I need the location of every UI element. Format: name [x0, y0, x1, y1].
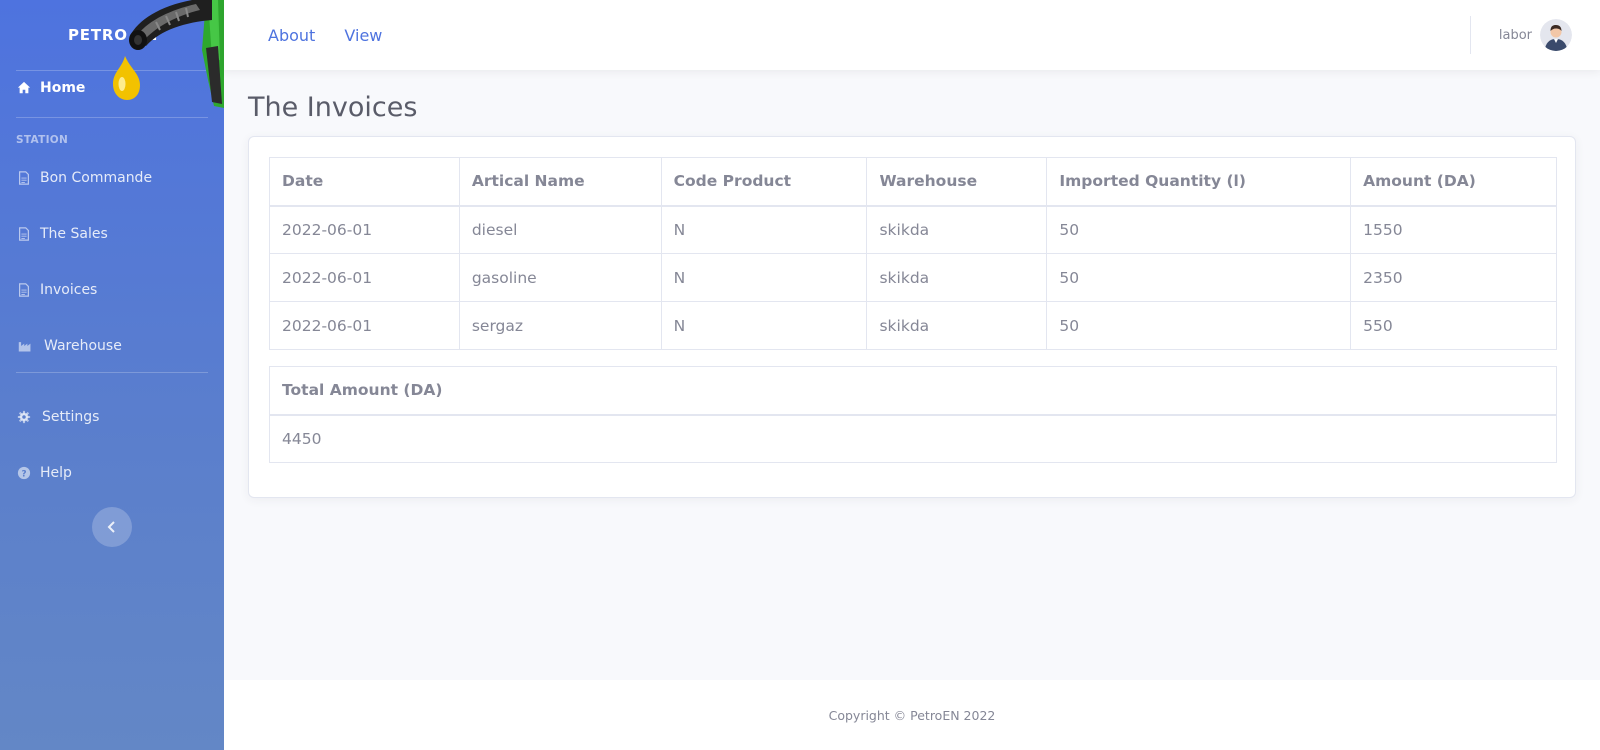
avatar: [1540, 19, 1572, 51]
sidebar-divider: [16, 372, 208, 373]
cell-amount: 1550: [1350, 205, 1557, 254]
sidebar-brand[interactable]: PETRO EN: [0, 0, 224, 108]
cell-artical-name: diesel: [458, 205, 662, 254]
cell-total-amount: 4450: [269, 414, 1557, 463]
sidebar-item-label: Home: [40, 80, 86, 96]
column-header-total-amount: Total Amount (DA): [269, 366, 1557, 416]
column-header-imported-quantity: Imported Quantity (l): [1046, 157, 1352, 207]
sidebar-heading: STATION: [16, 134, 69, 146]
cell-date: 2022-06-01: [269, 301, 460, 350]
sidebar-item-bon-commande[interactable]: Bon Commande: [0, 150, 224, 206]
column-header-artical-name: Artical Name: [458, 157, 662, 207]
sidebar-item-label: Help: [40, 465, 72, 481]
cell-artical-name: gasoline: [458, 253, 662, 302]
home-icon: [16, 80, 32, 96]
cell-imported-quantity: 50: [1046, 301, 1352, 350]
sidebar-item-warehouse[interactable]: Warehouse: [0, 318, 224, 374]
total-amount-table: Total Amount (DA) 4450: [269, 366, 1557, 463]
page-title: The Invoices: [248, 92, 418, 123]
cell-warehouse: skikda: [866, 253, 1048, 302]
footer: Copyright © PetroEN 2022: [224, 680, 1600, 750]
sidebar-item-invoices[interactable]: Invoices: [0, 262, 224, 318]
cell-date: 2022-06-01: [269, 205, 460, 254]
cell-warehouse: skikda: [866, 301, 1048, 350]
cell-code-product: N: [660, 253, 868, 302]
column-header-warehouse: Warehouse: [866, 157, 1048, 207]
fuel-nozzle-logo: [113, 0, 224, 108]
sidebar-item-the-sales[interactable]: The Sales: [0, 206, 224, 262]
invoices-card: Date Artical Name Code Product Warehouse…: [248, 136, 1576, 498]
table-row: 2022-06-01 sergaz N skikda 50 550: [269, 301, 1557, 350]
file-icon: [16, 170, 32, 186]
help-icon: ?: [16, 465, 32, 481]
cell-code-product: N: [660, 205, 868, 254]
sidebar-item-label: The Sales: [40, 226, 108, 242]
file-icon: [16, 226, 32, 242]
file-icon: [16, 282, 32, 298]
industry-icon: [16, 338, 34, 354]
column-header-code-product: Code Product: [660, 157, 868, 207]
topbar: About View labor: [224, 0, 1600, 70]
sidebar-toggle-button[interactable]: [92, 507, 132, 547]
cell-amount: 2350: [1350, 253, 1557, 302]
column-header-amount: Amount (DA): [1350, 157, 1557, 207]
top-nav: About View: [224, 26, 382, 45]
svg-text:?: ?: [21, 470, 26, 480]
sidebar: PETRO EN Home STATION Bon Commande The S…: [0, 0, 224, 750]
sidebar-item-label: Warehouse: [44, 338, 122, 354]
topbar-divider: [1469, 16, 1471, 54]
table-row: 2022-06-01 diesel N skikda 50 1550: [269, 205, 1557, 254]
cell-date: 2022-06-01: [269, 253, 460, 302]
nav-link-about[interactable]: About: [268, 26, 315, 45]
table-header-row: Total Amount (DA): [269, 366, 1557, 416]
cell-warehouse: skikda: [866, 205, 1048, 254]
sidebar-item-label: Settings: [42, 409, 100, 425]
copyright-text: Copyright © PetroEN 2022: [828, 707, 996, 723]
table-row: 2022-06-01 gasoline N skikda 50 2350: [269, 253, 1557, 302]
table-row: 4450: [269, 414, 1557, 463]
sidebar-item-label: Invoices: [40, 282, 98, 298]
chevron-left-icon: [107, 521, 117, 533]
gear-icon: [16, 409, 32, 425]
cell-imported-quantity: 50: [1046, 253, 1352, 302]
sidebar-item-settings[interactable]: Settings: [0, 389, 224, 445]
username: labor: [1498, 27, 1532, 43]
nav-link-view[interactable]: View: [344, 26, 382, 45]
column-header-date: Date: [269, 157, 460, 207]
cell-artical-name: sergaz: [458, 301, 662, 350]
user-menu[interactable]: labor: [1469, 0, 1600, 70]
table-header-row: Date Artical Name Code Product Warehouse…: [269, 157, 1557, 207]
cell-imported-quantity: 50: [1046, 205, 1352, 254]
cell-amount: 550: [1350, 301, 1557, 350]
sidebar-item-help[interactable]: ? Help: [0, 445, 224, 501]
invoices-table: Date Artical Name Code Product Warehouse…: [269, 157, 1557, 350]
sidebar-item-label: Bon Commande: [40, 170, 153, 186]
cell-code-product: N: [660, 301, 868, 350]
